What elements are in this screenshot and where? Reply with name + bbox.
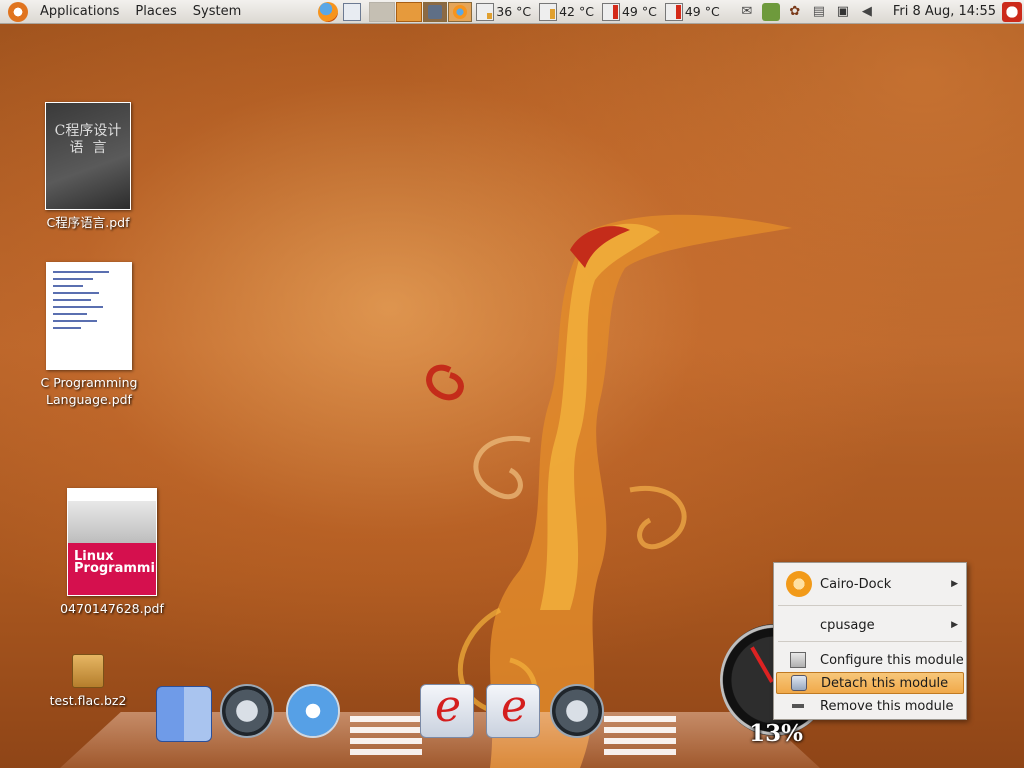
configure-icon (790, 652, 806, 668)
temp-sensor-3[interactable]: 49 °C (601, 2, 661, 21)
update-notifier-icon[interactable] (761, 2, 780, 21)
dock-separator (604, 716, 676, 760)
temp-value: 49 °C (621, 4, 657, 19)
thermometer-icon (476, 2, 495, 21)
menu-separator (778, 641, 962, 642)
submenu-arrow-icon: ▶ (951, 620, 958, 630)
system-tray: ✉ ✿ ▤ ▣ ◀ Fri 8 Aug, 14:55 (735, 1, 1024, 22)
detach-icon (791, 675, 807, 691)
pdf-thumbnail (46, 262, 132, 370)
menu-item-label: Detach this module (821, 675, 949, 691)
finder-icon[interactable] (156, 686, 212, 742)
menu-item-remove-module[interactable]: Remove this module (776, 695, 964, 717)
temp-sensor-4[interactable]: 49 °C (664, 2, 724, 21)
menu-item-label: Cairo-Dock (820, 576, 892, 592)
cover-title: C程序设计 语 言 (54, 123, 122, 156)
menu-separator (778, 605, 962, 606)
file-label: C程序语言.pdf (46, 215, 130, 230)
trash-icon (428, 4, 443, 19)
pdf-thumbnail: C程序设计 语 言 (45, 102, 131, 210)
context-menu: Cairo-Dock ▶ cpusage ▶ Configure this mo… (773, 562, 967, 720)
firefox-icon (453, 4, 468, 19)
evince-icon[interactable] (420, 681, 474, 738)
file-label-line1: C Programming (40, 375, 138, 390)
desktop-icon-archive[interactable]: test.flac.bz2 (40, 654, 136, 709)
evince-icon[interactable] (486, 681, 540, 738)
menu-item-cairo-dock[interactable]: Cairo-Dock ▶ (776, 571, 964, 597)
cairo-dock-icon (786, 571, 812, 597)
menu-item-cpusage[interactable]: cpusage ▶ (776, 614, 964, 636)
power-icon[interactable] (1002, 1, 1022, 22)
temp-value: 36 °C (496, 4, 532, 19)
dock-separator (350, 716, 422, 760)
menu-item-label: Configure this module (820, 652, 964, 668)
menu-item-label: Remove this module (820, 698, 954, 714)
network-icon[interactable]: ▣ (834, 3, 852, 21)
cpu-usage-value: 13% (749, 720, 803, 747)
menu-places[interactable]: Places (127, 4, 184, 19)
file-label: test.flac.bz2 (49, 693, 127, 708)
task-button-trash[interactable] (423, 1, 448, 22)
temp-sensor-2[interactable]: 42 °C (539, 2, 598, 21)
workspace-1[interactable] (369, 1, 396, 22)
gauge-needle (750, 646, 774, 683)
gnome-do-icon[interactable]: ✿ (786, 3, 804, 21)
thermometer-icon (664, 2, 683, 21)
notes-launcher-icon[interactable] (341, 2, 363, 22)
firefox-launcher-icon[interactable] (317, 1, 339, 22)
safari-icon[interactable] (286, 684, 340, 738)
temp-sensor-1[interactable]: 36 °C (476, 2, 535, 21)
file-label-line2: Language.pdf (46, 392, 132, 407)
pdf-thumbnail: Linux Programming (67, 488, 157, 596)
menu-system[interactable]: System (185, 4, 249, 19)
file-label: 0470147628.pdf (60, 601, 164, 616)
desktop-icon-linux-book[interactable]: Linux Programming 0470147628.pdf (52, 488, 172, 617)
clock[interactable]: Fri 8 Aug, 14:55 (893, 4, 996, 19)
mail-icon[interactable]: ✉ (738, 3, 756, 21)
archive-icon (72, 654, 104, 688)
menu-applications[interactable]: Applications (32, 4, 127, 19)
desktop-icon-c-programming[interactable]: C Programming Language.pdf (24, 262, 154, 408)
volume-icon[interactable]: ◀ (858, 3, 876, 21)
top-panel: Applications Places System 36 °C 42 °C 4… (0, 0, 1024, 24)
temp-value: 49 °C (684, 4, 720, 19)
workspace-2[interactable] (396, 1, 423, 22)
menu-item-label: cpusage (820, 617, 875, 633)
menu-item-detach-module[interactable]: Detach this module (776, 672, 964, 694)
time-machine-icon[interactable] (550, 684, 604, 738)
menu-item-configure-module[interactable]: Configure this module (776, 649, 964, 671)
desktop-icon-c-book[interactable]: C程序设计 语 言 C程序语言.pdf (30, 102, 146, 231)
submenu-arrow-icon: ▶ (951, 579, 958, 589)
ubuntu-logo-icon[interactable] (8, 1, 28, 22)
printer-icon[interactable]: ▤ (810, 3, 828, 21)
remove-icon (792, 704, 804, 708)
temp-value: 42 °C (559, 4, 594, 19)
thermometer-icon (601, 2, 620, 21)
time-machine-icon[interactable] (220, 684, 274, 738)
cover-title: Linux Programming (74, 549, 156, 576)
task-button-firefox[interactable] (448, 1, 473, 22)
thermometer-icon (539, 2, 558, 21)
